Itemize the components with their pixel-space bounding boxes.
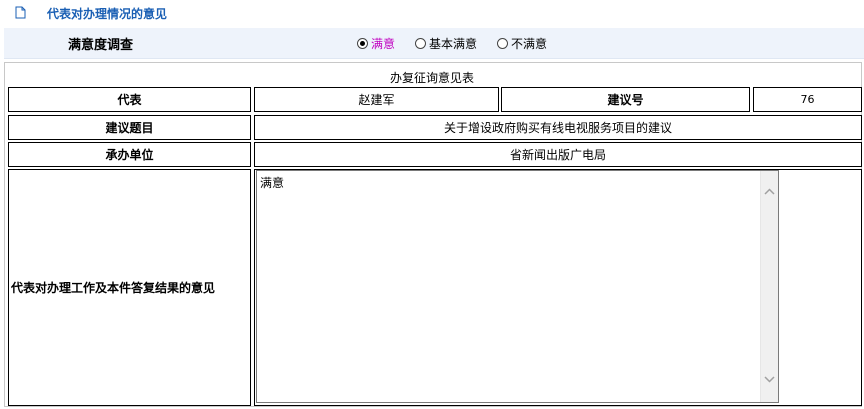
handling-unit-value: 省新闻出版广电局 [254,142,862,167]
scroll-down-icon[interactable] [761,371,778,388]
scroll-up-icon[interactable] [761,183,778,200]
radio-basically-satisfied-label[interactable]: 基本满意 [429,35,477,52]
satisfaction-survey-label: 满意度调查 [68,38,134,53]
document-icon [15,6,26,19]
radio-unsatisfied[interactable]: 不满意 [497,35,547,52]
topic-label: 建议题目 [8,115,251,140]
radio-unsatisfied-label[interactable]: 不满意 [511,35,547,52]
opinion-label: 代表对办理工作及本件答复结果的意见 [8,169,251,406]
radio-basically-satisfied[interactable]: 基本满意 [415,35,477,52]
section-title: 代表对办理情况的意见 [47,7,168,21]
radio-satisfied-label[interactable]: 满意 [371,35,395,52]
opinion-textarea[interactable]: 满意 [256,170,779,403]
suggestion-number-value: 76 [753,87,862,112]
section-header: 代表对办理情况的意见 [0,0,864,26]
table-caption: 办复征询意见表 [389,71,474,85]
representative-value: 赵建军 [254,87,499,112]
radio-basically-satisfied-circle[interactable] [415,38,427,49]
opinion-textarea-text: 满意 [260,176,285,190]
handling-unit-label: 承办单位 [8,142,251,167]
radio-satisfied[interactable]: 满意 [357,35,395,52]
suggestion-number-label: 建议号 [501,87,750,112]
satisfaction-radio-group: 满意 基本满意 不满意 [357,35,567,52]
radio-unsatisfied-circle[interactable] [497,38,509,49]
radio-satisfied-circle[interactable] [357,38,368,49]
textarea-scrollbar[interactable] [760,171,778,402]
satisfaction-survey-row: 满意度调查 满意 基本满意 不满意 [4,28,864,59]
topic-value: 关于增设政府购买有线电视服务项目的建议 [254,115,862,140]
representative-label: 代表 [8,87,251,112]
